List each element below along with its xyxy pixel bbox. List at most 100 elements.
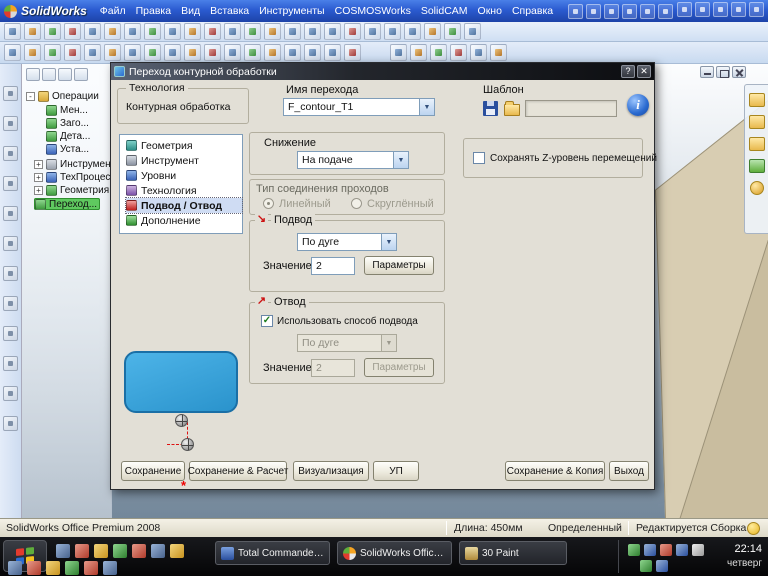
retract-value-field[interactable]: 2	[311, 359, 355, 377]
arc-icon[interactable]	[104, 23, 121, 40]
chevron-down-icon[interactable]: ▼	[393, 152, 408, 168]
dimension-icon[interactable]	[44, 23, 61, 40]
undo-icon[interactable]	[640, 3, 656, 19]
volume-icon[interactable]	[644, 544, 656, 556]
revolve-icon[interactable]	[24, 44, 41, 61]
nav-item-geometry[interactable]: Геометрия	[126, 138, 242, 153]
nav-item-addition[interactable]: Дополнение	[126, 213, 242, 228]
axis-icon[interactable]	[224, 44, 241, 61]
menu-edit[interactable]: Правка	[131, 2, 176, 20]
select-arrow-icon[interactable]	[3, 86, 18, 101]
point-icon[interactable]	[144, 23, 161, 40]
select-icon[interactable]	[4, 23, 21, 40]
rotate-icon[interactable]	[3, 146, 18, 161]
circle-icon[interactable]	[84, 23, 101, 40]
doc-minimize-icon[interactable]	[700, 66, 714, 78]
rib-icon[interactable]	[124, 44, 141, 61]
menu-window[interactable]: Окно	[473, 2, 507, 20]
expand-icon[interactable]: +	[34, 185, 43, 195]
rebuild-icon[interactable]	[284, 23, 301, 40]
mate-icon[interactable]	[244, 44, 261, 61]
doc-restore-icon[interactable]	[716, 66, 730, 78]
nav-item-technology[interactable]: Технология	[126, 183, 242, 198]
plane-icon[interactable]	[204, 44, 221, 61]
transition-name-combo[interactable]: F_contour_T1 ▼	[283, 98, 435, 116]
nav-item-tool[interactable]: Инструмент	[126, 153, 242, 168]
calculator-icon[interactable]	[46, 561, 60, 575]
file-explorer-icon[interactable]	[748, 137, 765, 151]
normal-to-icon[interactable]	[3, 386, 18, 401]
shell-icon[interactable]	[144, 44, 161, 61]
nav-item-approach-retract[interactable]: Подвод / Отвод	[125, 197, 243, 214]
sweep-icon[interactable]	[44, 44, 61, 61]
design-library-icon[interactable]	[748, 115, 765, 129]
open-icon[interactable]	[586, 3, 602, 19]
save-calculate-button[interactable]: Сохранение & Расчет	[188, 461, 288, 481]
pan-icon[interactable]	[3, 176, 18, 191]
top-view-icon[interactable]	[3, 236, 18, 251]
menu-solidcam[interactable]: SolidCAM	[416, 2, 473, 20]
zoom-area-icon[interactable]	[364, 23, 381, 40]
language-icon[interactable]	[676, 544, 688, 556]
draft-icon[interactable]	[164, 44, 181, 61]
print-icon[interactable]	[622, 3, 638, 19]
descent-combo[interactable]: На подаче ▼	[297, 151, 409, 169]
record-macro-icon[interactable]	[677, 2, 692, 17]
dialog-close-icon[interactable]: ✕	[637, 65, 651, 78]
interference-icon[interactable]	[304, 44, 321, 61]
messenger-icon[interactable]	[656, 560, 668, 572]
template-field[interactable]	[525, 100, 617, 117]
zoom-fit-icon[interactable]	[344, 23, 361, 40]
tree-item-manager[interactable]: Мен...	[46, 104, 88, 116]
menu-insert[interactable]: Вставка	[205, 2, 254, 20]
extrude-icon[interactable]	[4, 44, 21, 61]
save-template-icon[interactable]	[483, 101, 498, 116]
expand-icon[interactable]: +	[34, 172, 43, 182]
network-icon[interactable]	[660, 544, 672, 556]
view-orientation-icon[interactable]	[3, 416, 18, 431]
use-approach-checkbox[interactable]: ✓	[261, 315, 273, 327]
assembly-features-icon[interactable]	[344, 44, 361, 61]
shaded-view-icon[interactable]	[424, 23, 441, 40]
doc-close-icon[interactable]	[732, 66, 746, 78]
hole-wizard-icon[interactable]	[184, 44, 201, 61]
dimxpert-tab[interactable]	[74, 68, 88, 81]
outlook-icon[interactable]	[94, 544, 108, 558]
paint-icon[interactable]	[27, 561, 41, 575]
save-icon[interactable]	[604, 3, 620, 19]
exit-button[interactable]: Выход	[609, 461, 649, 481]
shaded-icon[interactable]	[3, 326, 18, 341]
loft-icon[interactable]	[64, 44, 81, 61]
pattern-icon[interactable]	[244, 23, 261, 40]
antivirus-icon[interactable]	[628, 544, 640, 556]
menu-tools[interactable]: Инструменты	[254, 2, 329, 20]
retract-method-combo[interactable]: По дуге ▼	[297, 334, 397, 352]
menu-help[interactable]: Справка	[507, 2, 558, 20]
update-icon[interactable]	[640, 560, 652, 572]
word-icon[interactable]	[170, 544, 184, 558]
fillet-icon[interactable]	[84, 44, 101, 61]
home-icon[interactable]	[748, 93, 765, 107]
fullscreen-icon[interactable]	[713, 2, 728, 17]
menu-file[interactable]: Файл	[95, 2, 131, 20]
smart-fasteners-icon[interactable]	[324, 44, 341, 61]
nav-item-levels[interactable]: Уровни	[126, 168, 242, 183]
keep-z-checkbox[interactable]	[473, 152, 485, 164]
photoworks-icon[interactable]	[450, 44, 467, 61]
rotate-view-icon[interactable]	[384, 23, 401, 40]
standard-views-icon[interactable]	[464, 23, 481, 40]
new-document-icon[interactable]	[568, 3, 584, 19]
configuration-manager-tab[interactable]	[58, 68, 72, 81]
tree-item-operations[interactable]: - Операции	[26, 90, 99, 102]
skype-icon[interactable]	[103, 561, 117, 575]
dialog-help-icon[interactable]: ?	[621, 65, 635, 78]
taskbar-task-solidworks[interactable]: SolidWorks Office Pre...	[337, 541, 452, 565]
options-icon[interactable]	[695, 2, 710, 17]
info-icon[interactable]: i	[627, 94, 649, 116]
radio-linear[interactable]	[263, 198, 274, 209]
approach-value-field[interactable]: 2	[311, 257, 355, 275]
search-results-icon[interactable]	[748, 159, 765, 173]
chevron-down-icon[interactable]: ▼	[419, 99, 434, 115]
component-icon[interactable]	[264, 44, 281, 61]
spline-icon[interactable]	[124, 23, 141, 40]
